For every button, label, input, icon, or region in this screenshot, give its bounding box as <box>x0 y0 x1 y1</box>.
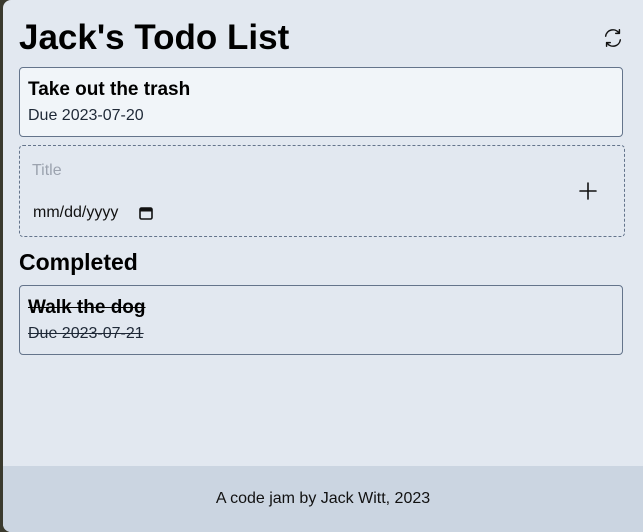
todo-item[interactable]: Take out the trash Due 2023-07-20 <box>19 67 623 137</box>
footer-credit: A code jam by Jack Witt, 2023 <box>215 490 431 507</box>
add-todo-button[interactable] <box>576 179 600 203</box>
due-date-input[interactable]: mm/dd/yyyy <box>33 202 154 224</box>
title-input[interactable] <box>32 160 332 182</box>
page-title: Jack's Todo List <box>19 18 290 57</box>
app-window: Jack's Todo List Take out the trash Due … <box>3 0 643 532</box>
todo-title: Walk the dog <box>28 297 146 318</box>
new-todo-form: mm/dd/yyyy <box>19 145 625 237</box>
plus-icon <box>579 182 597 200</box>
completed-heading: Completed <box>19 249 138 275</box>
todo-title: Take out the trash <box>28 79 191 100</box>
todo-due-date: Due 2023-07-21 <box>28 325 144 342</box>
completed-todo-item[interactable]: Walk the dog Due 2023-07-21 <box>19 285 623 355</box>
date-placeholder: mm/dd/yyyy <box>33 204 119 221</box>
todo-due-date: Due 2023-07-20 <box>28 107 144 124</box>
refresh-icon <box>604 29 622 47</box>
footer: A code jam by Jack Witt, 2023 <box>3 466 643 532</box>
calendar-icon[interactable] <box>138 205 154 221</box>
refresh-button[interactable] <box>599 24 627 52</box>
header: Jack's Todo List <box>19 18 627 58</box>
